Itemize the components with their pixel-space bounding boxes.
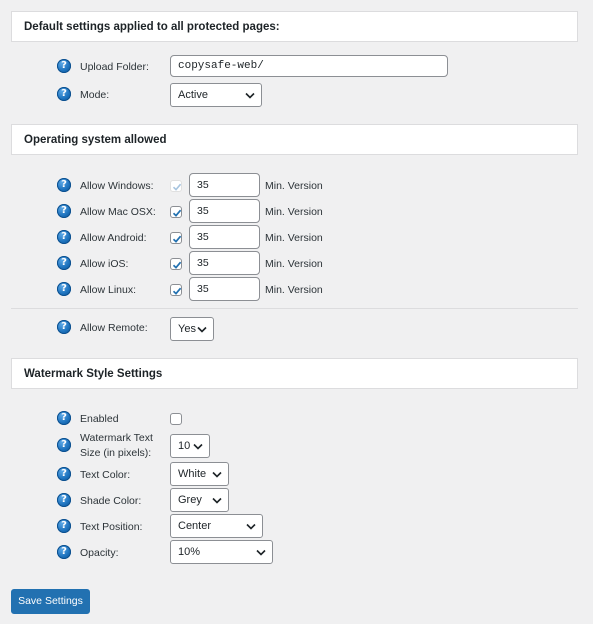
help-icon[interactable]: ? — [57, 230, 71, 244]
opacity-value: 10% — [178, 546, 201, 558]
shade-color-label: Shade Color: — [80, 495, 142, 507]
shade-color-select[interactable]: Grey — [170, 488, 229, 512]
chevron-down-icon — [193, 435, 203, 457]
watermark-section-title: Watermark Style Settings — [24, 367, 163, 380]
allow-linux-label: Allow Linux: — [80, 284, 137, 296]
text-position-label: Text Position: — [80, 521, 143, 533]
upload-folder-input[interactable]: copysafe-web/ — [170, 55, 448, 77]
chevron-down-icon — [246, 515, 256, 537]
allow-ios-label: Allow iOS: — [80, 258, 129, 270]
windows-min-version-label: Min. Version — [265, 180, 323, 192]
help-icon[interactable]: ? — [57, 256, 71, 270]
allow-android-label: Allow Android: — [80, 232, 147, 244]
windows-version-input[interactable]: 35 — [189, 173, 260, 197]
upload-folder-label: Upload Folder: — [80, 61, 149, 73]
watermark-size-label-line1: Watermark Text — [80, 432, 153, 444]
help-icon[interactable]: ? — [57, 493, 71, 507]
text-color-label: Text Color: — [80, 469, 131, 481]
help-icon[interactable]: ? — [57, 519, 71, 533]
allow-mac-checkbox[interactable] — [170, 206, 182, 218]
chevron-down-icon — [245, 84, 255, 106]
linux-version-input[interactable]: 35 — [189, 277, 260, 301]
help-icon[interactable]: ? — [57, 467, 71, 481]
allow-ios-checkbox[interactable] — [170, 258, 182, 270]
text-position-value: Center — [178, 520, 212, 532]
allow-linux-checkbox[interactable] — [170, 284, 182, 296]
watermark-size-select[interactable]: 10 — [170, 434, 210, 458]
watermark-enabled-label: Enabled — [80, 413, 119, 425]
shade-color-value: Grey — [178, 494, 202, 506]
watermark-enabled-checkbox[interactable] — [170, 413, 182, 425]
text-color-value: White — [178, 468, 207, 480]
os-section-title: Operating system allowed — [24, 133, 167, 146]
ios-version-input[interactable]: 35 — [189, 251, 260, 275]
help-icon[interactable]: ? — [57, 178, 71, 192]
mac-min-version-label: Min. Version — [265, 206, 323, 218]
check-icon — [172, 287, 182, 295]
opacity-label: Opacity: — [80, 547, 119, 559]
help-icon[interactable]: ? — [57, 204, 71, 218]
divider — [11, 308, 578, 309]
linux-min-version-label: Min. Version — [265, 284, 323, 296]
save-settings-button[interactable]: Save Settings — [11, 589, 90, 614]
mac-version-input[interactable]: 35 — [189, 199, 260, 223]
allow-android-checkbox[interactable] — [170, 232, 182, 244]
mode-select[interactable]: Active — [170, 83, 262, 107]
watermark-size-label-line2: Size (in pixels): — [80, 447, 152, 459]
chevron-down-icon — [197, 318, 207, 340]
watermark-size-value: 10 — [178, 440, 191, 452]
allow-windows-label: Allow Windows: — [80, 180, 154, 192]
check-icon — [172, 209, 182, 217]
opacity-select[interactable]: 10% — [170, 540, 273, 564]
ios-min-version-label: Min. Version — [265, 258, 323, 270]
os-section-header: Operating system allowed — [11, 124, 578, 155]
android-version-input[interactable]: 35 — [189, 225, 260, 249]
help-icon[interactable]: ? — [57, 320, 71, 334]
help-icon[interactable]: ? — [57, 59, 71, 73]
allow-windows-checkbox — [170, 180, 182, 192]
allow-mac-label: Allow Mac OSX: — [80, 206, 156, 218]
allow-remote-value: Yes — [178, 323, 196, 335]
allow-remote-select[interactable]: Yes — [170, 317, 214, 341]
help-icon[interactable]: ? — [57, 282, 71, 296]
mode-label: Mode: — [80, 89, 110, 101]
help-icon[interactable]: ? — [57, 545, 71, 559]
text-position-select[interactable]: Center — [170, 514, 263, 538]
defaults-section-title: Default settings applied to all protecte… — [24, 20, 280, 33]
text-color-select[interactable]: White — [170, 462, 229, 486]
check-icon — [172, 235, 182, 243]
chevron-down-icon — [212, 463, 222, 485]
android-min-version-label: Min. Version — [265, 232, 323, 244]
help-icon[interactable]: ? — [57, 411, 71, 425]
chevron-down-icon — [212, 489, 222, 511]
allow-remote-label: Allow Remote: — [80, 322, 148, 334]
check-icon — [172, 183, 182, 191]
chevron-down-icon — [256, 541, 266, 563]
check-icon — [172, 261, 182, 269]
help-icon[interactable]: ? — [57, 87, 71, 101]
watermark-section-header: Watermark Style Settings — [11, 358, 578, 389]
defaults-section-header: Default settings applied to all protecte… — [11, 11, 578, 42]
mode-select-value: Active — [178, 89, 208, 101]
help-icon[interactable]: ? — [57, 438, 71, 452]
